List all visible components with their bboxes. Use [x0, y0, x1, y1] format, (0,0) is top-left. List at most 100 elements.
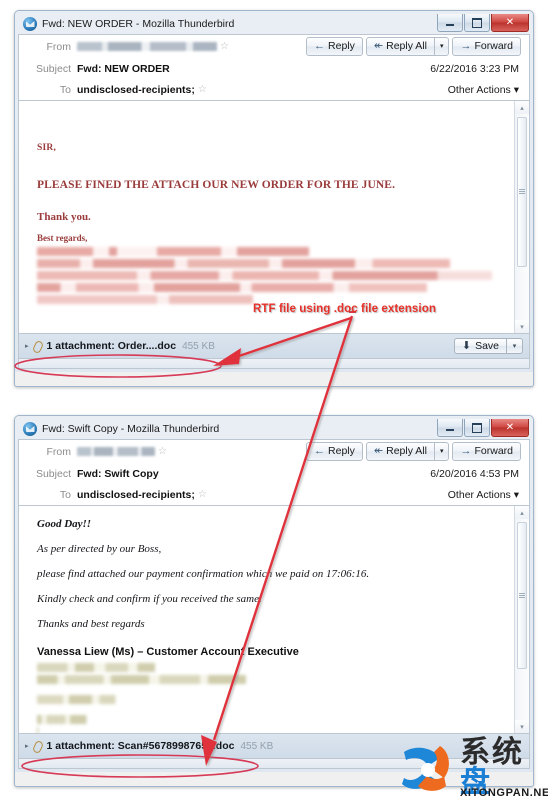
reply-arrow-icon: ←	[314, 40, 326, 52]
to-value: undisclosed-recipients;	[77, 83, 195, 96]
header-row-to: To undisclosed-recipients; ☆ Other Actio…	[19, 79, 529, 100]
header-row-subject: Subject Fwd: Swift Copy 6/20/2016 4:53 P…	[19, 463, 529, 484]
body-line-4: Thanks and best regards	[37, 618, 145, 630]
screenshot-root: Fwd: NEW ORDER - Mozilla Thunderbird ✕ F…	[0, 0, 548, 800]
save-button[interactable]: ⬇ Save	[453, 338, 506, 354]
to-star-icon[interactable]: ☆	[198, 489, 207, 500]
other-actions-caret-icon: ▾	[513, 83, 519, 96]
message-scrollbar-2[interactable]: ▴ ▾	[514, 506, 529, 733]
scroll-down-arrow-icon[interactable]: ▾	[515, 720, 529, 733]
reply-label: Reply	[328, 40, 355, 52]
star-icon[interactable]: ☆	[158, 446, 167, 457]
to-label: To	[59, 83, 71, 96]
maximize-button[interactable]	[464, 419, 490, 437]
message-body-content-2: Good Day!! As per directed by our Boss, …	[19, 506, 529, 733]
other-actions-button[interactable]: Other Actions ▾	[448, 84, 523, 96]
from-label: From	[46, 445, 72, 458]
expand-twisty-icon[interactable]: ▸	[25, 742, 29, 750]
thunderbird-icon	[23, 17, 37, 31]
header-row-from: From ☆ ← Reply ↞ Reply All ▾ → Forward	[19, 35, 529, 58]
message-body-content: SIR, PLEASE FINED THE ATTACH OUR NEW ORD…	[19, 101, 529, 317]
chevron-down-icon: ▾	[439, 43, 444, 50]
minimize-button[interactable]	[437, 419, 463, 437]
forward-label: Forward	[474, 40, 513, 52]
other-actions-label: Other Actions	[447, 83, 511, 96]
forward-arrow-icon: →	[460, 40, 472, 52]
watermark-url: XITONGPAN.NET	[460, 787, 548, 799]
header-row-from: From ☆ ← Reply ↞ Reply All ▾ → Forward	[19, 440, 529, 463]
message-body-pane[interactable]: SIR, PLEASE FINED THE ATTACH OUR NEW ORD…	[18, 100, 530, 334]
from-address-redacted	[77, 42, 217, 51]
body-line-2: Thank you.	[37, 211, 91, 223]
scroll-down-arrow-icon[interactable]: ▾	[515, 320, 529, 333]
subject-label: Subject	[35, 467, 71, 480]
attachment-bar[interactable]: ▸ 1 attachment: Order....doc 455 KB ⬇ Sa…	[18, 334, 530, 359]
title-bar[interactable]: Fwd: NEW ORDER - Mozilla Thunderbird ✕	[18, 14, 530, 34]
reply-button[interactable]: ← Reply	[306, 442, 363, 461]
scrollbar-thumb[interactable]	[517, 522, 527, 669]
message-actions[interactable]: ← Reply ↞ Reply All ▾ → Forward	[306, 37, 523, 56]
scrollbar-grip-icon	[519, 592, 525, 599]
message-actions-2[interactable]: ← Reply ↞ Reply All ▾ → Forward	[306, 442, 523, 461]
reply-all-arrow-icon: ↞	[373, 445, 384, 457]
status-bar	[18, 359, 530, 369]
thunderbird-window-swift-copy[interactable]: Fwd: Swift Copy - Mozilla Thunderbird ✕ …	[14, 415, 534, 787]
attachment-size: 455 KB	[182, 340, 215, 352]
minimize-button[interactable]	[437, 14, 463, 32]
close-button[interactable]: ✕	[491, 14, 529, 32]
reply-all-arrow-icon: ↞	[373, 40, 384, 52]
star-icon[interactable]: ☆	[220, 41, 229, 52]
other-actions-caret-icon: ▾	[513, 488, 519, 501]
paperclip-icon	[32, 341, 43, 352]
body-line-2: please find attached our payment confirm…	[37, 568, 370, 580]
attachment-label[interactable]: 1 attachment: Order....doc	[47, 340, 177, 352]
window-controls[interactable]: ✕	[437, 14, 529, 32]
window-title-2: Fwd: Swift Copy - Mozilla Thunderbird	[42, 423, 220, 435]
maximize-button[interactable]	[464, 14, 490, 32]
scroll-up-arrow-icon[interactable]: ▴	[515, 101, 529, 114]
x-swirl-logo-icon	[400, 740, 456, 796]
window-frame: Fwd: NEW ORDER - Mozilla Thunderbird ✕ F…	[15, 11, 533, 372]
expand-twisty-icon[interactable]: ▸	[25, 342, 29, 350]
subject-value: Fwd: Swift Copy	[77, 467, 159, 480]
reply-button[interactable]: ← Reply	[306, 37, 363, 56]
save-control-group[interactable]: ⬇ Save ▾	[453, 338, 525, 354]
signature-redacted-block	[37, 247, 511, 304]
reply-all-dropdown-button[interactable]: ▾	[433, 442, 450, 461]
message-header: From ☆ ← Reply ↞ Reply All ▾ → Forward S…	[18, 34, 530, 100]
reply-all-label: Reply All	[386, 445, 427, 457]
message-header-2: From ☆ ← Reply ↞ Reply All ▾ → Forward S…	[18, 439, 530, 505]
message-body-pane-2[interactable]: Good Day!! As per directed by our Boss, …	[18, 505, 530, 734]
close-button[interactable]: ✕	[491, 419, 529, 437]
signature-redacted-block-2	[37, 663, 511, 733]
save-label: Save	[475, 340, 499, 352]
window-controls-2[interactable]: ✕	[437, 419, 529, 437]
reply-all-button[interactable]: ↞ Reply All	[365, 37, 434, 56]
scroll-up-arrow-icon[interactable]: ▴	[515, 506, 529, 519]
scrollbar-thumb[interactable]	[517, 117, 527, 267]
to-value: undisclosed-recipients;	[77, 488, 195, 501]
reply-arrow-icon: ←	[314, 445, 326, 457]
callout-label: RTF file using .doc file extension	[253, 303, 436, 315]
other-actions-button[interactable]: Other Actions ▾	[448, 489, 523, 501]
save-dropdown-button[interactable]: ▾	[506, 338, 523, 354]
chevron-down-icon: ▾	[439, 448, 444, 455]
forward-arrow-icon: →	[460, 445, 472, 457]
thunderbird-window-new-order[interactable]: Fwd: NEW ORDER - Mozilla Thunderbird ✕ F…	[14, 10, 534, 387]
subject-value: Fwd: NEW ORDER	[77, 62, 170, 75]
message-scrollbar[interactable]: ▴ ▾	[514, 101, 529, 333]
body-line-3: Kindly check and confirm if you received…	[37, 593, 262, 605]
reply-all-dropdown-button[interactable]: ▾	[433, 37, 450, 56]
header-row-subject: Subject Fwd: NEW ORDER 6/22/2016 3:23 PM	[19, 58, 529, 79]
body-signer: Vanessa Liew (Ms) – Customer Account Exe…	[37, 646, 299, 658]
scrollbar-grip-icon	[519, 189, 525, 195]
title-bar-2[interactable]: Fwd: Swift Copy - Mozilla Thunderbird ✕	[18, 419, 530, 439]
attachment-label[interactable]: 1 attachment: Scan#56789987654.doc	[47, 740, 235, 752]
reply-label: Reply	[328, 445, 355, 457]
watermark: 系统盘 XITONGPAN.NET	[400, 738, 548, 799]
body-greeting: Good Day!!	[37, 518, 92, 530]
reply-all-button[interactable]: ↞ Reply All	[365, 442, 434, 461]
forward-button[interactable]: → Forward	[452, 442, 521, 461]
forward-button[interactable]: → Forward	[452, 37, 521, 56]
to-star-icon[interactable]: ☆	[198, 84, 207, 95]
